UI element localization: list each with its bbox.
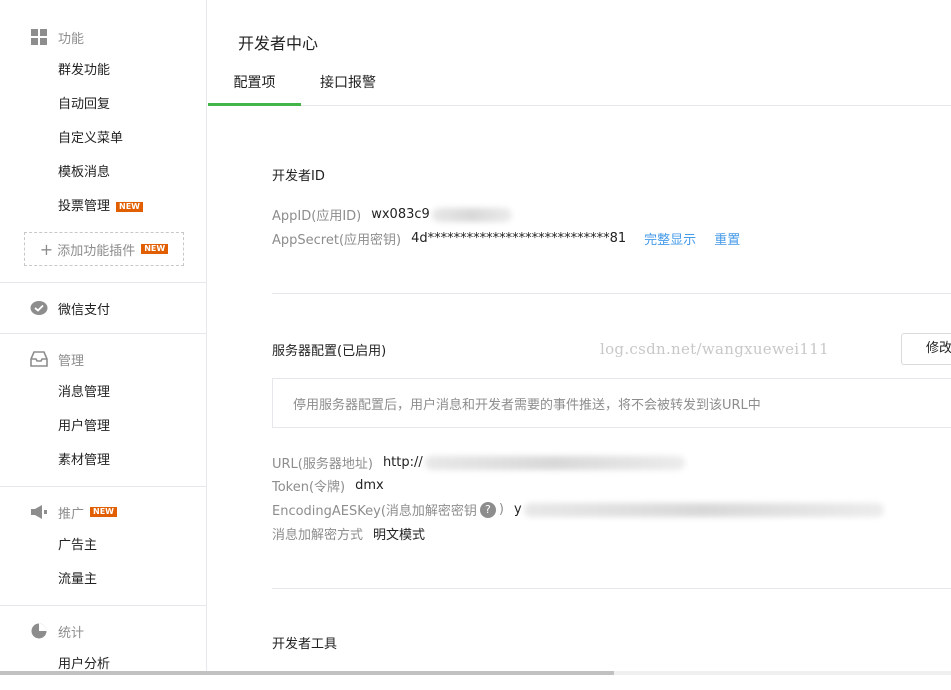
sidebar-section-manage: 管理 消息管理 用户管理 素材管理	[0, 334, 206, 487]
sidebar-section-function: 功能 群发功能 自动回复 自定义菜单 模板消息 投票管理 NEW + 添加功能插…	[0, 0, 206, 283]
grid-icon	[30, 28, 48, 46]
sidebar-item-label: 用户管理	[58, 419, 111, 434]
new-badge: NEW	[141, 244, 169, 254]
plus-icon: +	[39, 239, 54, 259]
megaphone-icon	[30, 503, 48, 521]
developer-id-title: 开发者ID	[272, 169, 325, 184]
sidebar-head-label: 统计	[58, 625, 85, 641]
redaction-blur	[523, 502, 884, 517]
scrollbar-thumb[interactable]	[0, 671, 614, 675]
url-row: URL(服务器地址) http://	[272, 453, 685, 472]
notice-text: 停用服务器配置后，用户消息和开发者需要的事件推送，将不会被转发到该URL中	[293, 397, 761, 413]
page-title: 开发者中心	[238, 34, 319, 53]
add-plugin-button[interactable]: + 添加功能插件 NEW	[24, 232, 184, 266]
sidebar-item-label: 群发功能	[58, 63, 111, 78]
sidebar-item-label: 流量主	[58, 572, 98, 587]
sidebar-item-label: 自动回复	[58, 97, 111, 112]
appid-row: AppID(应用ID) wx083c9	[272, 205, 512, 224]
sidebar-item-user-analysis[interactable]: 用户分析	[0, 648, 206, 682]
wechat-pay-icon	[30, 299, 48, 317]
sidebar-head-label: 微信支付	[58, 302, 111, 318]
section-divider	[272, 588, 951, 589]
sidebar-item-user-manage[interactable]: 用户管理	[0, 410, 206, 444]
sidebar-item-label: 广告主	[58, 538, 98, 553]
url-value: http://	[382, 455, 423, 470]
server-config-title: 服务器配置(已启用)	[272, 344, 387, 359]
sidebar-item-publisher[interactable]: 流量主	[0, 563, 206, 597]
sidebar-item-material-manage[interactable]: 素材管理	[0, 444, 206, 478]
encrypt-row: 消息加解密方式 明文模式	[272, 524, 425, 543]
sidebar-head-function[interactable]: 功能	[0, 20, 206, 54]
sidebar-section-promote: 推广 NEW 广告主 流量主	[0, 487, 206, 606]
encrypt-value: 明文模式	[373, 528, 426, 543]
sidebar-item-message-manage[interactable]: 消息管理	[0, 376, 206, 410]
encrypt-label: 消息加解密方式	[272, 528, 364, 543]
sidebar-item-label: 投票管理	[58, 199, 111, 214]
aeskey-label-close: )	[498, 502, 504, 517]
appid-value: wx083c9	[371, 207, 430, 222]
sidebar-head-label: 推广	[58, 506, 85, 522]
sidebar-item-label: 自定义菜单	[58, 131, 124, 146]
new-badge: NEW	[90, 507, 117, 517]
sidebar-item-mass-send[interactable]: 群发功能	[0, 54, 206, 88]
dev-tools-title: 开发者工具	[272, 637, 338, 652]
aeskey-value: y	[514, 502, 522, 517]
aeskey-row: EncodingAESKey(消息加解密密钥 ? ) y	[272, 500, 884, 519]
redaction-blur	[424, 455, 685, 470]
sidebar-item-label: 用户分析	[58, 657, 111, 672]
url-label: URL(服务器地址)	[272, 457, 373, 472]
redaction-blur	[431, 207, 512, 222]
pie-chart-icon	[30, 622, 48, 640]
sidebar-section-stats: 统计 用户分析	[0, 606, 206, 690]
sidebar-item-label: 消息管理	[58, 385, 111, 400]
sidebar-head-label: 管理	[58, 353, 85, 369]
horizontal-scrollbar[interactable]	[0, 671, 951, 675]
appsecret-value: 4d****************************81	[411, 231, 627, 246]
sidebar-item-label: 模板消息	[58, 165, 111, 180]
sidebar-item-vote[interactable]: 投票管理 NEW	[0, 190, 206, 224]
server-config-notice: 停用服务器配置后，用户消息和开发者需要的事件推送，将不会被转发到该URL中	[272, 378, 951, 428]
modify-button[interactable]: 修改	[901, 333, 951, 365]
watermark-text: log.csdn.net/wangxuewei111	[600, 340, 829, 358]
show-full-link[interactable]: 完整显示	[644, 229, 696, 248]
token-row: Token(令牌) dmx	[272, 476, 384, 495]
token-label: Token(令牌)	[272, 480, 346, 495]
sidebar-head-pay[interactable]: 微信支付	[0, 291, 206, 325]
sidebar-item-auto-reply[interactable]: 自动回复	[0, 88, 206, 122]
tab-interface-alarm[interactable]: 接口报警	[320, 68, 376, 103]
sidebar-head-stats[interactable]: 统计	[0, 614, 206, 648]
sidebar-item-advertiser[interactable]: 广告主	[0, 529, 206, 563]
sidebar: 功能 群发功能 自动回复 自定义菜单 模板消息 投票管理 NEW + 添加功能插…	[0, 0, 207, 675]
sidebar-head-manage[interactable]: 管理	[0, 342, 206, 376]
sidebar-head-label: 功能	[58, 31, 85, 47]
sidebar-item-template-message[interactable]: 模板消息	[0, 156, 206, 190]
add-plugin-label: 添加功能插件	[57, 243, 136, 259]
appsecret-label: AppSecret(应用密钥)	[272, 233, 402, 248]
tab-config[interactable]: 配置项	[208, 68, 301, 106]
token-value: dmx	[355, 478, 384, 493]
main-content: 开发者中心 配置项 接口报警 开发者ID AppID(应用ID) wx083c9…	[208, 0, 951, 675]
help-icon[interactable]: ?	[479, 501, 496, 518]
section-divider	[272, 293, 951, 294]
inbox-icon	[30, 350, 48, 368]
sidebar-item-custom-menu[interactable]: 自定义菜单	[0, 122, 206, 156]
tab-bar: 配置项 接口报警	[208, 68, 951, 106]
sidebar-section-pay: 微信支付	[0, 283, 206, 334]
appid-label: AppID(应用ID)	[272, 209, 362, 224]
new-badge: NEW	[116, 202, 143, 212]
sidebar-item-label: 素材管理	[58, 453, 111, 468]
sidebar-head-promote[interactable]: 推广 NEW	[0, 495, 206, 529]
appsecret-row: AppSecret(应用密钥) 4d**********************…	[272, 229, 740, 248]
reset-link[interactable]: 重置	[714, 229, 740, 248]
aeskey-label: EncodingAESKey(消息加解密密钥	[272, 504, 477, 519]
